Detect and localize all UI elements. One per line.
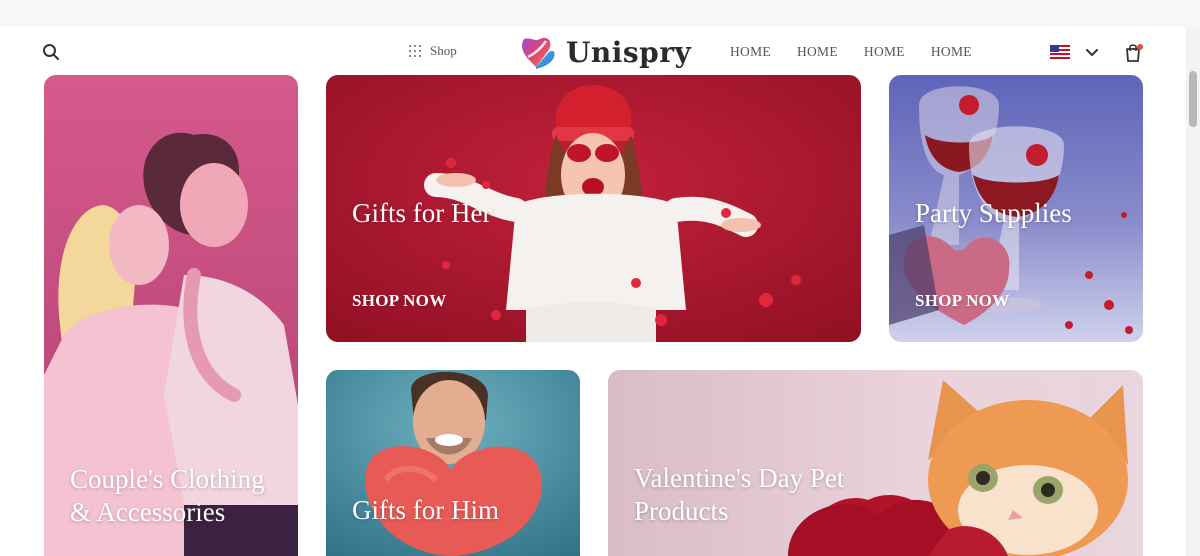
shop-now-link[interactable]: SHOP NOW bbox=[352, 291, 447, 311]
search-icon[interactable] bbox=[40, 41, 62, 63]
page-scrollbar[interactable] bbox=[1186, 27, 1200, 556]
card-title-line1: Valentine's Day Pet bbox=[634, 463, 845, 493]
gifts-for-him-image bbox=[326, 370, 580, 556]
category-card-pet-products[interactable]: Valentine's Day Pet Products bbox=[608, 370, 1143, 556]
category-card-couples-clothing[interactable]: Couple's Clothing & Accessories bbox=[44, 75, 298, 556]
browser-top-strip bbox=[0, 0, 1200, 27]
us-flag-icon[interactable] bbox=[1050, 45, 1070, 59]
site-header: Shop Unispry HOME HOME HOME HOME bbox=[0, 27, 1186, 77]
shop-now-link[interactable]: SHOP NOW bbox=[915, 291, 1010, 311]
grid-icon bbox=[409, 45, 421, 57]
nav-link-home-4[interactable]: HOME bbox=[931, 44, 972, 60]
nav-link-home-3[interactable]: HOME bbox=[864, 44, 905, 60]
shop-menu-label: Shop bbox=[430, 43, 457, 58]
brand-name: Unispry bbox=[566, 35, 692, 69]
card-title: Party Supplies bbox=[915, 198, 1072, 228]
card-title-line2: & Accessories bbox=[70, 497, 226, 527]
card-title-line1: Couple's Clothing bbox=[70, 464, 265, 494]
main-nav: HOME HOME HOME HOME bbox=[730, 44, 972, 60]
brand-logo[interactable]: Unispry bbox=[518, 33, 691, 71]
card-title-line2: Products bbox=[634, 496, 729, 526]
card-title: Gifts for Her bbox=[352, 198, 492, 228]
card-title: Gifts for Him bbox=[352, 495, 499, 525]
category-card-party-supplies[interactable]: Party Supplies SHOP NOW bbox=[889, 75, 1143, 342]
shop-menu-button[interactable]: Shop bbox=[409, 43, 457, 59]
chevron-down-icon[interactable] bbox=[1084, 44, 1100, 60]
nav-link-home-2[interactable]: HOME bbox=[797, 44, 838, 60]
category-card-gifts-for-her[interactable]: Gifts for Her SHOP NOW bbox=[326, 75, 861, 342]
cart-badge bbox=[1137, 44, 1143, 50]
heart-logo-icon bbox=[522, 37, 555, 69]
category-card-gifts-for-him[interactable]: Gifts for Him bbox=[326, 370, 580, 556]
shopping-bag-icon[interactable] bbox=[1123, 42, 1145, 64]
scrollbar-thumb[interactable] bbox=[1189, 71, 1197, 127]
nav-link-home-1[interactable]: HOME bbox=[730, 44, 771, 60]
